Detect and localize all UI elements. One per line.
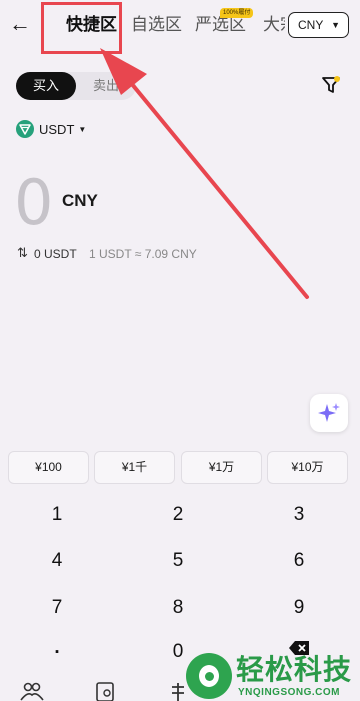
key-5[interactable]: 5 bbox=[138, 541, 218, 581]
tab-favorites[interactable]: 自选区 bbox=[131, 13, 182, 37]
quick-amount-100k[interactable]: ¥10万 bbox=[267, 451, 348, 484]
converted-amount: 0 USDT bbox=[34, 247, 77, 261]
key-0[interactable]: 0 bbox=[138, 632, 218, 672]
amount-value[interactable]: 0 bbox=[14, 168, 53, 238]
quick-amount-100[interactable]: ¥100 bbox=[8, 451, 89, 484]
sell-tab[interactable]: 卖出 bbox=[78, 72, 134, 100]
back-button[interactable]: ← bbox=[8, 10, 32, 38]
asset-selector[interactable]: USDT ▼ bbox=[16, 119, 86, 139]
currency-icon[interactable] bbox=[166, 681, 190, 701]
key-8[interactable]: 8 bbox=[138, 588, 218, 628]
amount-currency: CNY bbox=[62, 191, 98, 210]
chevron-down-icon: ▼ bbox=[331, 20, 340, 30]
key-backspace[interactable] bbox=[259, 628, 339, 668]
users-icon[interactable] bbox=[20, 681, 44, 701]
buy-tab[interactable]: 买入 bbox=[16, 72, 76, 100]
key-6[interactable]: 6 bbox=[259, 541, 339, 581]
key-1[interactable]: 1 bbox=[17, 495, 97, 535]
tab-quick[interactable]: 快捷区 bbox=[66, 13, 117, 37]
key-2[interactable]: 2 bbox=[138, 495, 218, 535]
swap-vertical-icon[interactable]: ⇅ bbox=[17, 245, 28, 261]
quick-amount-10k[interactable]: ¥1万 bbox=[181, 451, 262, 484]
key-3[interactable]: 3 bbox=[259, 495, 339, 535]
backspace-icon bbox=[289, 641, 309, 655]
currency-select-label: CNY bbox=[298, 18, 324, 32]
tether-icon bbox=[16, 120, 34, 138]
asset-symbol: USDT bbox=[39, 121, 75, 137]
filter-icon[interactable] bbox=[320, 74, 342, 96]
quick-amount-1k[interactable]: ¥1千 bbox=[94, 451, 175, 484]
document-icon[interactable] bbox=[93, 681, 117, 701]
key-7[interactable]: 7 bbox=[17, 588, 97, 628]
ai-assistant-button[interactable] bbox=[310, 394, 348, 432]
watermark-subtitle: YNQINGSONG.COM bbox=[238, 687, 341, 698]
tab-bulk[interactable]: 大宗区 bbox=[263, 13, 285, 37]
sparkle-icon bbox=[318, 403, 340, 422]
key-decimal[interactable]: . bbox=[17, 628, 97, 668]
key-4[interactable]: 4 bbox=[17, 541, 97, 581]
exchange-rate: 1 USDT ≈ 7.09 CNY bbox=[89, 247, 197, 261]
currency-select[interactable]: CNY ▼ bbox=[288, 12, 349, 38]
tab-badge: 100%履付 bbox=[220, 8, 254, 18]
key-9[interactable]: 9 bbox=[259, 588, 339, 628]
caret-down-icon: ▼ bbox=[78, 124, 87, 134]
arrow-left-icon: ← bbox=[9, 11, 31, 36]
